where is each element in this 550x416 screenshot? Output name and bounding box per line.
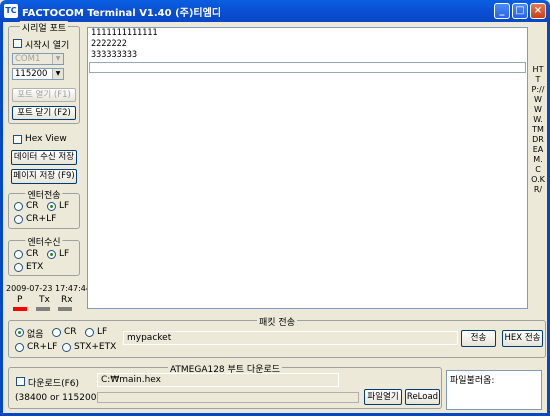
enter-tx-group-label: 엔터전송 xyxy=(25,188,63,201)
close-port-button[interactable]: 포트 닫기 (F2) xyxy=(12,106,76,120)
baud-select[interactable]: 115200 ▼ xyxy=(12,68,64,80)
terminal-line: 2222222 xyxy=(91,39,127,49)
packet-stxetx-radio[interactable] xyxy=(62,343,71,352)
port-select-value: COM1 xyxy=(15,54,41,64)
auto-open-checkbox[interactable] xyxy=(13,39,22,48)
enter-rx-lf-radio[interactable] xyxy=(47,250,56,259)
reload-button[interactable]: ReLoad xyxy=(405,389,440,405)
led-p-indicator xyxy=(13,307,27,311)
baud-note: (38400 or 115200) xyxy=(15,393,100,403)
packet-group-label: 패킷 전송 xyxy=(257,315,297,328)
auto-open-label: 시작시 열기 xyxy=(25,41,70,51)
led-rx-indicator xyxy=(58,307,72,311)
minimize-button[interactable]: _ xyxy=(494,3,510,19)
terminal-input[interactable] xyxy=(89,62,526,73)
enter-tx-lf-label: LF xyxy=(59,201,70,211)
open-port-button[interactable]: 포트 열기 (F1) xyxy=(12,88,76,102)
app-icon: TC xyxy=(4,4,18,18)
packet-lf-radio[interactable] xyxy=(85,328,94,337)
download-progress-bar xyxy=(97,392,359,403)
terminal-line: 1111111111111 xyxy=(91,28,158,38)
terminal-line: 333333333 xyxy=(91,50,138,60)
enter-tx-crlf-radio[interactable] xyxy=(14,215,23,224)
save-page-button[interactable]: 페이지 저장 (F9) xyxy=(11,169,77,184)
download-checkbox[interactable] xyxy=(16,377,25,386)
enter-rx-cr-label: CR xyxy=(26,249,39,259)
hex-view-checkbox[interactable] xyxy=(13,135,22,144)
enter-rx-etx-radio[interactable] xyxy=(14,263,23,272)
packet-input[interactable]: mypacket xyxy=(123,331,458,345)
serial-port-group-label: 시리얼 포트 xyxy=(19,21,69,34)
send-button[interactable]: 전송 xyxy=(461,330,496,347)
window-title: FACTOCOM Terminal V1.40 (주)티엠디 xyxy=(22,8,222,19)
led-tx-label: Tx xyxy=(39,295,50,305)
led-p-label: P xyxy=(17,295,23,305)
title-bar[interactable]: TC FACTOCOM Terminal V1.40 (주)티엠디 _ □ × xyxy=(0,0,550,22)
baud-select-value: 115200 xyxy=(15,69,48,79)
port-select[interactable]: COM1 ▼ xyxy=(12,53,64,65)
packet-none-radio[interactable] xyxy=(15,328,24,337)
led-tx-indicator xyxy=(36,307,50,311)
enter-tx-crlf-label: CR+LF xyxy=(26,214,57,224)
packet-crlf-label: CR+LF xyxy=(27,342,58,352)
chevron-down-icon: ▼ xyxy=(52,54,63,64)
download-label: 다운로드(F6) xyxy=(28,379,80,389)
led-rx-label: Rx xyxy=(61,295,73,305)
enter-rx-group-label: 엔터수신 xyxy=(25,235,63,248)
file-path-input[interactable]: C:₩main.hex xyxy=(97,373,339,387)
close-button[interactable]: × xyxy=(530,3,546,19)
website-vertical-text: HTTP://WWW.TMDREAM.CO.KR/ xyxy=(531,65,545,194)
datetime-display: 2009-07-23 17:47:44 xyxy=(6,284,91,293)
save-rx-button[interactable]: 데이터 수신 저장 xyxy=(11,150,77,165)
packet-cr-radio[interactable] xyxy=(52,328,61,337)
packet-lf-label: LF xyxy=(97,327,108,337)
enter-rx-lf-label: LF xyxy=(59,249,70,259)
enter-tx-cr-radio[interactable] xyxy=(14,202,23,211)
packet-cr-label: CR xyxy=(64,327,77,337)
open-file-button[interactable]: 파일열기 xyxy=(364,389,402,405)
packet-none-label: 없음 xyxy=(27,330,44,340)
enter-rx-cr-radio[interactable] xyxy=(14,250,23,259)
maximize-button[interactable]: □ xyxy=(512,3,528,19)
packet-crlf-radio[interactable] xyxy=(15,343,24,352)
enter-tx-lf-radio[interactable] xyxy=(47,202,56,211)
enter-tx-cr-label: CR xyxy=(26,201,39,211)
enter-rx-etx-label: ETX xyxy=(26,262,44,272)
packet-stxetx-label: STX+ETX xyxy=(74,342,117,352)
terminal-output[interactable]: 1111111111111 2222222 333333333 xyxy=(87,27,528,309)
hex-view-label: Hex View xyxy=(25,134,67,144)
hex-send-button[interactable]: HEX 전송 xyxy=(502,330,543,347)
file-load-status-box: 파일불러옴: xyxy=(446,370,542,410)
file-load-label: 파일불러옴: xyxy=(450,376,495,386)
chevron-down-icon: ▼ xyxy=(52,69,63,79)
